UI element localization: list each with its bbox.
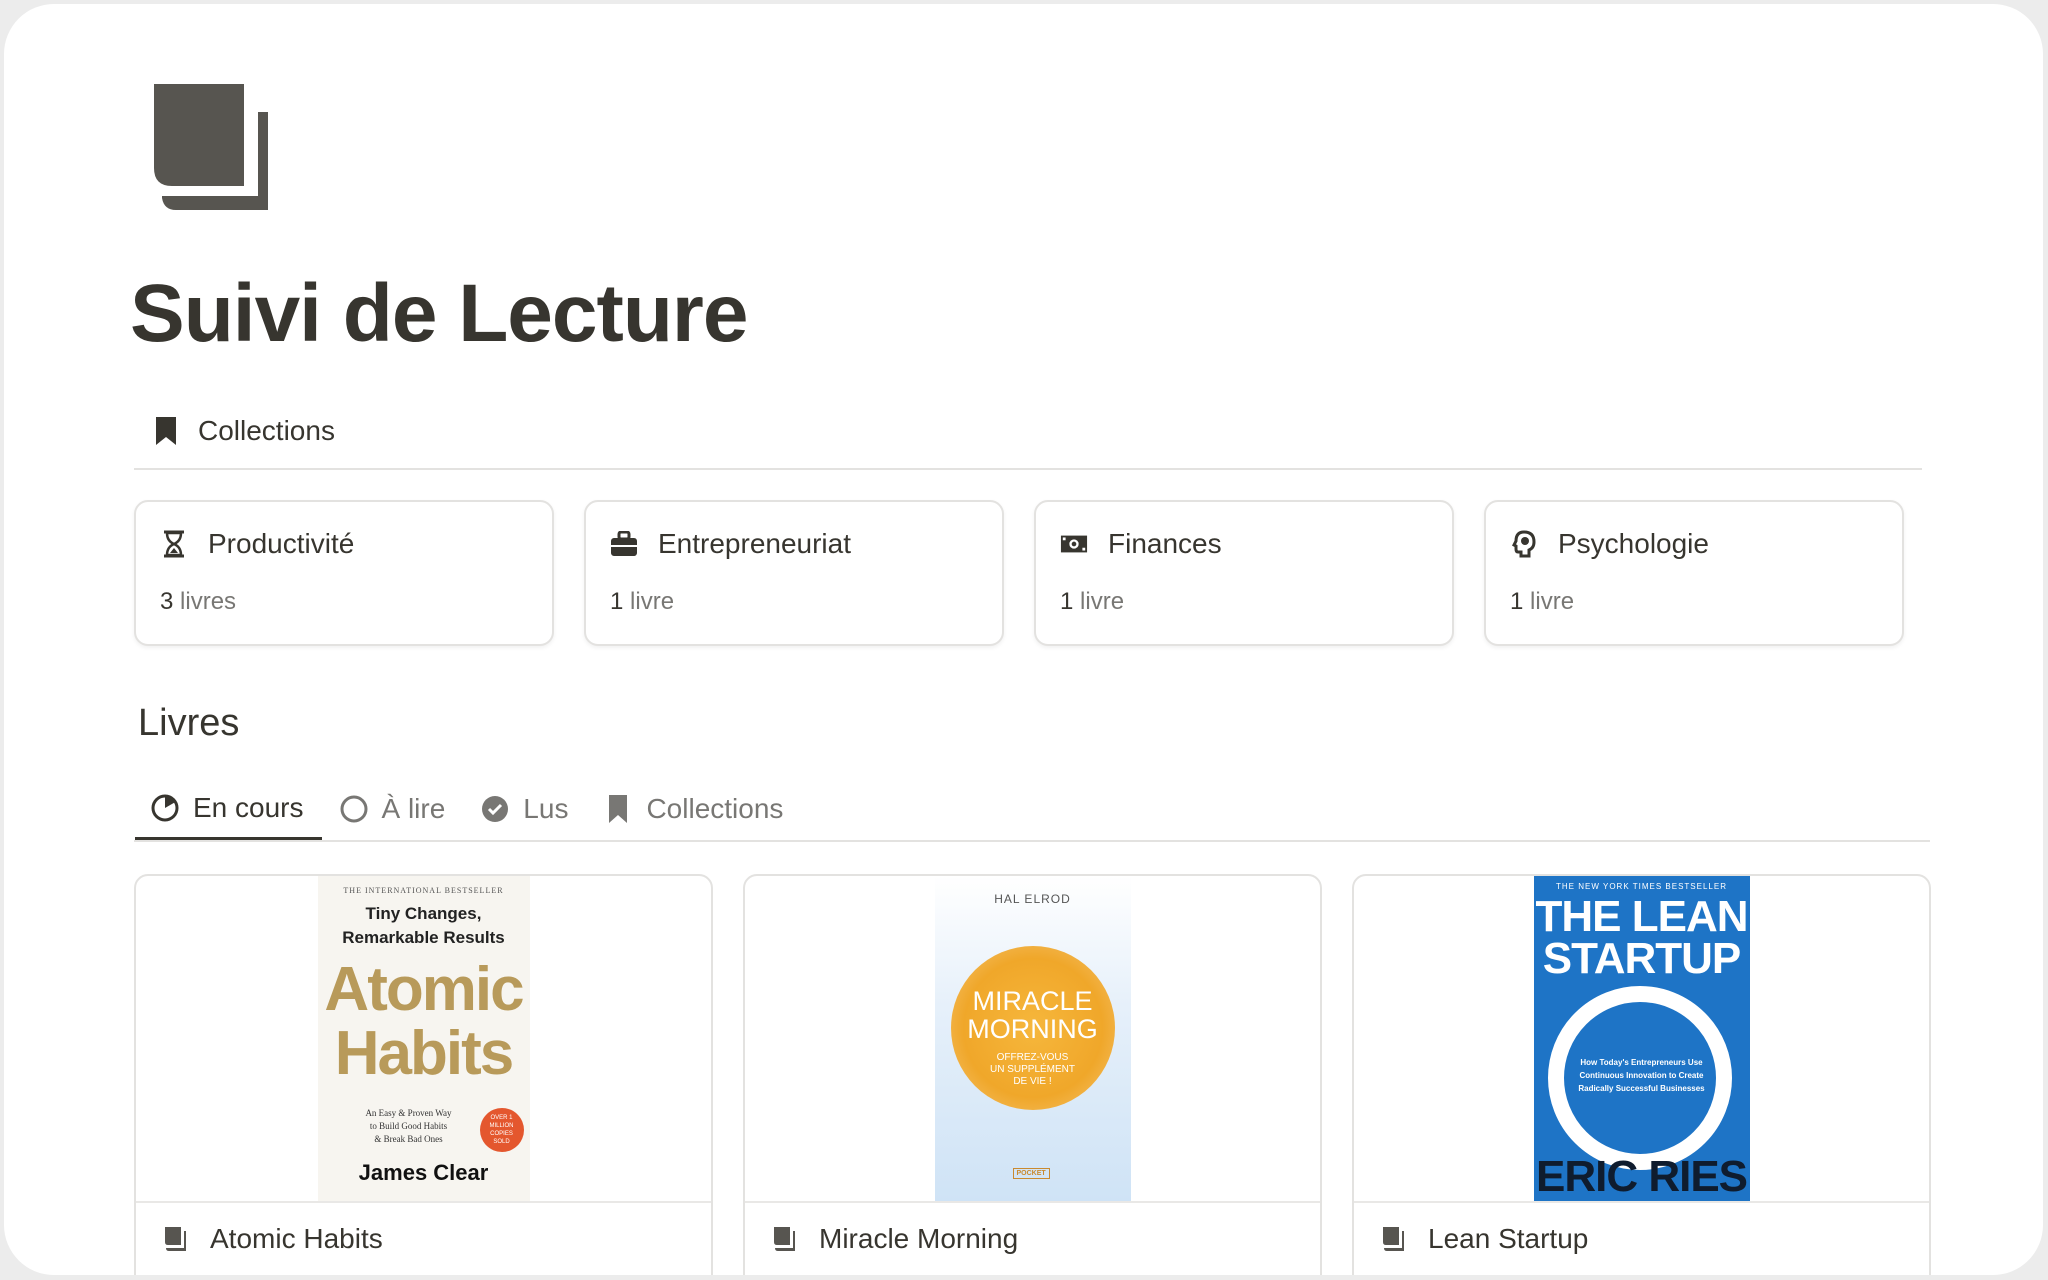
cover-top-text: THE NEW YORK TIMES BESTSELLER [1556, 882, 1727, 891]
cover-publisher: POCKET [1012, 1168, 1050, 1179]
tab-collections[interactable]: Collections [586, 778, 801, 840]
collection-card-finances[interactable]: Finances 1 livre [1034, 500, 1454, 646]
book-icon [1380, 1225, 1408, 1253]
cover-subtitle: DE VIE ! [1013, 1076, 1052, 1087]
book-icon [162, 1225, 190, 1253]
collection-cards: Productivité 3 livres Entrepreneuriat 1 … [134, 500, 1904, 646]
collection-unit: livres [180, 588, 237, 615]
book-cover-image: THE NEW YORK TIMES BESTSELLER THE LEAN S… [1533, 876, 1750, 1201]
collection-count: 1 [610, 588, 624, 615]
tab-en-cours[interactable]: En cours [135, 778, 322, 840]
book-cover-area: THE INTERNATIONAL BESTSELLER Tiny Change… [136, 876, 711, 1203]
hourglass-icon [160, 530, 188, 558]
collection-card-productivite[interactable]: Productivité 3 livres [134, 500, 554, 646]
progress-circle-icon [151, 794, 179, 822]
book-icon [771, 1225, 799, 1253]
view-tabs: En cours À lire Lus Collections [135, 778, 801, 842]
collection-card-entrepreneuriat[interactable]: Entrepreneuriat 1 livre [584, 500, 1004, 646]
books-gallery: THE INTERNATIONAL BESTSELLER Tiny Change… [134, 874, 1931, 1275]
cover-subtitle: UN SUPPLÉMENT [989, 1064, 1075, 1075]
bookmark-icon [604, 795, 632, 823]
cover-badge: OVER 1 MILLION COPIES SOLD [479, 1108, 524, 1152]
banknote-icon [1060, 530, 1088, 558]
cover-title: STARTUP [1542, 934, 1742, 983]
collections-section-header[interactable]: Collections [152, 409, 335, 453]
collection-unit: livre [1080, 588, 1125, 615]
tab-lus[interactable]: Lus [463, 778, 586, 840]
notion-page-window: Suivi de Lecture Collections Productivit… [4, 4, 2043, 1275]
collection-name: Finances [1108, 528, 1222, 559]
cover-title: MIRACLE [972, 986, 1093, 1016]
cover-tagline: Remarkable Results [342, 928, 505, 947]
cover-subtitle: OFFREZ-VOUS [996, 1052, 1069, 1063]
briefcase-icon [610, 530, 638, 558]
collection-count: 1 [1060, 588, 1074, 615]
cover-top-text: THE INTERNATIONAL BESTSELLER [343, 886, 504, 895]
book-title: Lean Startup [1428, 1223, 1589, 1254]
cover-author: James Clear [358, 1160, 489, 1185]
collection-name: Entrepreneuriat [658, 528, 852, 559]
book-stack-icon[interactable] [154, 84, 278, 214]
book-cover-area: HAL ELROD MIRACLE MORNING OFFREZ-VOUS UN… [745, 876, 1320, 1203]
book-cover-image: HAL ELROD MIRACLE MORNING OFFREZ-VOUS UN… [934, 876, 1131, 1201]
cover-title: Atomic [324, 955, 524, 1024]
tab-label: Collections [646, 793, 784, 824]
book-title: Atomic Habits [210, 1223, 383, 1254]
cover-tagline: Tiny Changes, [365, 904, 482, 923]
database-title[interactable]: Livres [138, 702, 239, 745]
tab-label: À lire [381, 793, 446, 824]
collection-unit: livre [630, 588, 675, 615]
collection-count: 1 [1510, 588, 1524, 615]
collections-section-label: Collections [198, 415, 335, 446]
tab-a-lire[interactable]: À lire [322, 778, 464, 840]
book-cover-image: THE INTERNATIONAL BESTSELLER Tiny Change… [317, 876, 530, 1201]
cover-author: HAL ELROD [994, 892, 1071, 906]
divider [134, 468, 1922, 470]
brain-head-icon [1510, 530, 1538, 558]
book-card-miracle-morning[interactable]: HAL ELROD MIRACLE MORNING OFFREZ-VOUS UN… [743, 874, 1322, 1275]
collection-name: Psychologie [1558, 528, 1709, 559]
cover-title: Habits [334, 1019, 514, 1088]
book-card-lean-startup[interactable]: THE NEW YORK TIMES BESTSELLER THE LEAN S… [1352, 874, 1931, 1275]
book-card-atomic-habits[interactable]: THE INTERNATIONAL BESTSELLER Tiny Change… [134, 874, 713, 1275]
collection-name: Productivité [208, 528, 355, 559]
tabs-divider [134, 840, 1930, 842]
cover-subtitle: Continuous Innovation to Create [1579, 1071, 1704, 1080]
cover-subtitle: How Today's Entrepreneurs Use [1580, 1058, 1703, 1067]
book-title: Miracle Morning [819, 1223, 1019, 1254]
cover-author: ERIC RIES [1535, 1152, 1748, 1201]
bookmark-icon [152, 417, 180, 445]
tab-label: En cours [193, 791, 304, 823]
tab-label: Lus [523, 793, 569, 824]
book-cover-area: THE NEW YORK TIMES BESTSELLER THE LEAN S… [1354, 876, 1929, 1203]
page-title: Suivi de Lecture [130, 268, 748, 359]
collection-card-psychologie[interactable]: Psychologie 1 livre [1484, 500, 1904, 646]
collection-count: 3 [160, 588, 174, 615]
collection-unit: livre [1530, 588, 1575, 615]
cover-title: MORNING [967, 1014, 1098, 1044]
empty-circle-icon [340, 795, 368, 823]
check-circle-icon [481, 795, 509, 823]
cover-subtitle: Radically Successful Businesses [1578, 1084, 1705, 1093]
